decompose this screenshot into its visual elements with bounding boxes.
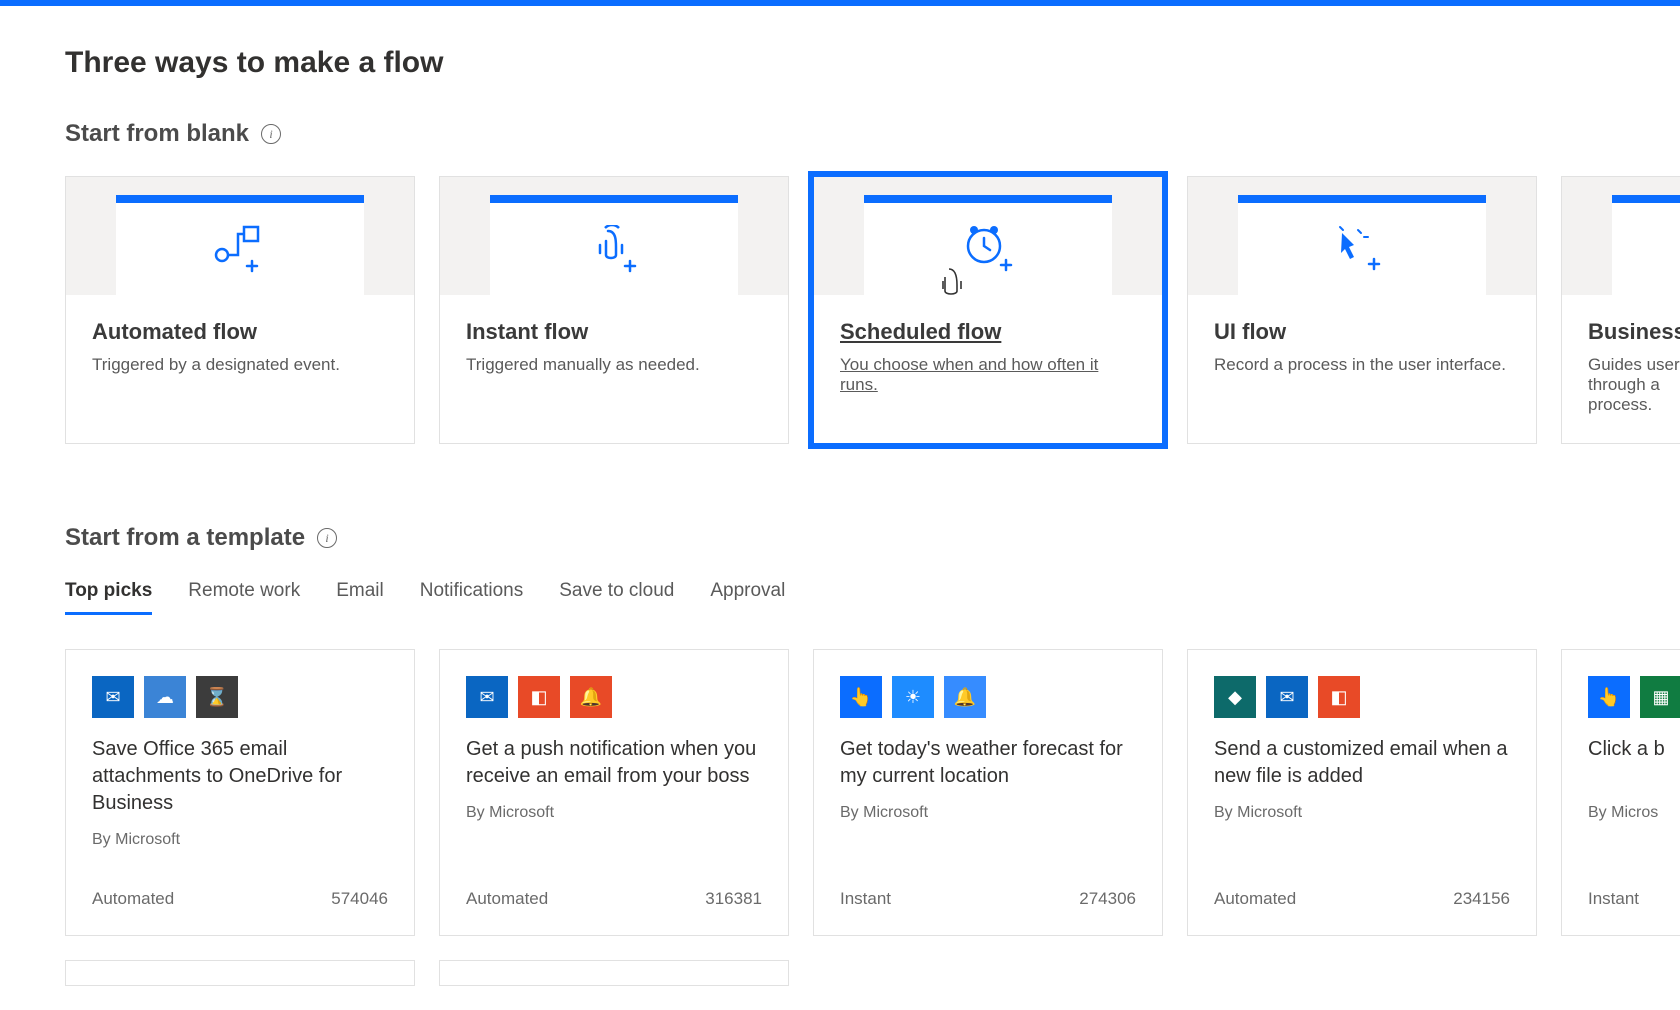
flow-illustration xyxy=(1188,177,1536,295)
template-count: 316381 xyxy=(705,889,762,909)
template-title: Get a push notification when you receive… xyxy=(466,736,762,790)
outlook-icon: ✉ xyxy=(466,676,508,718)
onedrive-icon: ☁ xyxy=(144,676,186,718)
flow-card-desc: Triggered by a designated event. xyxy=(92,355,388,375)
timer-icon: ⌛ xyxy=(196,676,238,718)
flow-card-desc: Record a process in the user interface. xyxy=(1214,355,1510,375)
template-heading: Start from a template xyxy=(65,524,305,552)
template-card[interactable] xyxy=(439,960,789,986)
template-card[interactable]: ✉ ☁ ⌛ Save Office 365 email attachments … xyxy=(65,649,415,936)
bell-icon: 🔔 xyxy=(570,676,612,718)
outlook-icon: ✉ xyxy=(92,676,134,718)
office-icon: ◧ xyxy=(518,676,560,718)
flow-card-title: Automated flow xyxy=(92,319,388,345)
template-type: Instant xyxy=(1588,889,1639,909)
template-icons: ✉ ☁ ⌛ xyxy=(92,676,388,718)
main-content: Three ways to make a flow Start from bla… xyxy=(0,6,1680,986)
flow-card-title: UI flow xyxy=(1214,319,1510,345)
template-author: By Microsoft xyxy=(466,804,762,822)
template-count: 274306 xyxy=(1079,889,1136,909)
flow-cards-row: Automated flow Triggered by a designated… xyxy=(65,176,1680,444)
excel-icon: ▦ xyxy=(1640,676,1680,718)
outlook-icon: ✉ xyxy=(1266,676,1308,718)
blank-heading: Start from blank xyxy=(65,120,249,148)
info-icon[interactable]: i xyxy=(261,124,281,144)
flow-illustration xyxy=(814,177,1162,295)
template-title: Get today's weather forecast for my curr… xyxy=(840,736,1136,790)
template-title: Save Office 365 email attachments to One… xyxy=(92,736,388,817)
flow-illustration xyxy=(1562,177,1680,295)
scheduled-flow-icon xyxy=(960,224,1016,274)
flow-card-scheduled[interactable]: Scheduled flow You choose when and how o… xyxy=(813,176,1163,444)
tab-remote-work[interactable]: Remote work xyxy=(188,580,300,615)
template-icons: ◆ ✉ ◧ xyxy=(1214,676,1510,718)
weather-icon: ☀ xyxy=(892,676,934,718)
flow-card-instant[interactable]: Instant flow Triggered manually as neede… xyxy=(439,176,789,444)
flow-card-title: Instant flow xyxy=(466,319,762,345)
flow-card-title: Scheduled flow xyxy=(840,319,1136,345)
tab-top-picks[interactable]: Top picks xyxy=(65,580,152,615)
info-icon[interactable]: i xyxy=(317,528,337,548)
template-type: Automated xyxy=(466,889,548,909)
template-icons: 👆 ☀ 🔔 xyxy=(840,676,1136,718)
template-section-header: Start from a template i xyxy=(65,524,1680,552)
flow-illustration xyxy=(66,177,414,295)
flow-card-ui[interactable]: UI flow Record a process in the user int… xyxy=(1187,176,1537,444)
template-icons: 👆 ▦ xyxy=(1588,676,1680,718)
automated-flow-icon xyxy=(214,225,266,273)
blank-section-header: Start from blank i xyxy=(65,120,1680,148)
template-count: 574046 xyxy=(331,889,388,909)
template-icons: ✉ ◧ 🔔 xyxy=(466,676,762,718)
template-cards-row-2 xyxy=(65,960,1680,986)
bell-icon: 🔔 xyxy=(944,676,986,718)
template-card[interactable] xyxy=(65,960,415,986)
flow-card-automated[interactable]: Automated flow Triggered by a designated… xyxy=(65,176,415,444)
flow-card-title: Business xyxy=(1588,319,1680,345)
sharepoint-icon: ◆ xyxy=(1214,676,1256,718)
template-title: Send a customized email when a new file … xyxy=(1214,736,1510,790)
template-author: By Microsoft xyxy=(1214,804,1510,822)
template-card[interactable]: 👆 ▦ Click a b By Micros Instant xyxy=(1561,649,1680,936)
instant-flow-icon xyxy=(588,225,640,273)
flow-card-desc: Triggered manually as needed. xyxy=(466,355,762,375)
flow-card-business[interactable]: Business Guides users through a process. xyxy=(1561,176,1680,444)
tab-notifications[interactable]: Notifications xyxy=(420,580,524,615)
tab-approval[interactable]: Approval xyxy=(710,580,785,615)
flow-card-desc: Guides users through a process. xyxy=(1588,355,1680,415)
template-cards-row: ✉ ☁ ⌛ Save Office 365 email attachments … xyxy=(65,649,1680,936)
flow-illustration xyxy=(440,177,788,295)
template-type: Instant xyxy=(840,889,891,909)
tab-email[interactable]: Email xyxy=(336,580,384,615)
tab-save-to-cloud[interactable]: Save to cloud xyxy=(559,580,674,615)
template-card[interactable]: 👆 ☀ 🔔 Get today's weather forecast for m… xyxy=(813,649,1163,936)
template-type: Automated xyxy=(1214,889,1296,909)
button-icon: 👆 xyxy=(840,676,882,718)
template-tabs: Top picks Remote work Email Notification… xyxy=(65,580,1680,615)
button-icon: 👆 xyxy=(1588,676,1630,718)
template-card[interactable]: ◆ ✉ ◧ Send a customized email when a new… xyxy=(1187,649,1537,936)
template-title: Click a b xyxy=(1588,736,1680,790)
template-count: 234156 xyxy=(1453,889,1510,909)
office-icon: ◧ xyxy=(1318,676,1360,718)
template-author: By Micros xyxy=(1588,804,1680,822)
template-card[interactable]: ✉ ◧ 🔔 Get a push notification when you r… xyxy=(439,649,789,936)
ui-flow-icon xyxy=(1336,225,1388,273)
flow-card-desc: You choose when and how often it runs. xyxy=(840,355,1136,395)
page-title: Three ways to make a flow xyxy=(65,46,1680,80)
template-type: Automated xyxy=(92,889,174,909)
template-author: By Microsoft xyxy=(840,804,1136,822)
template-author: By Microsoft xyxy=(92,831,388,849)
